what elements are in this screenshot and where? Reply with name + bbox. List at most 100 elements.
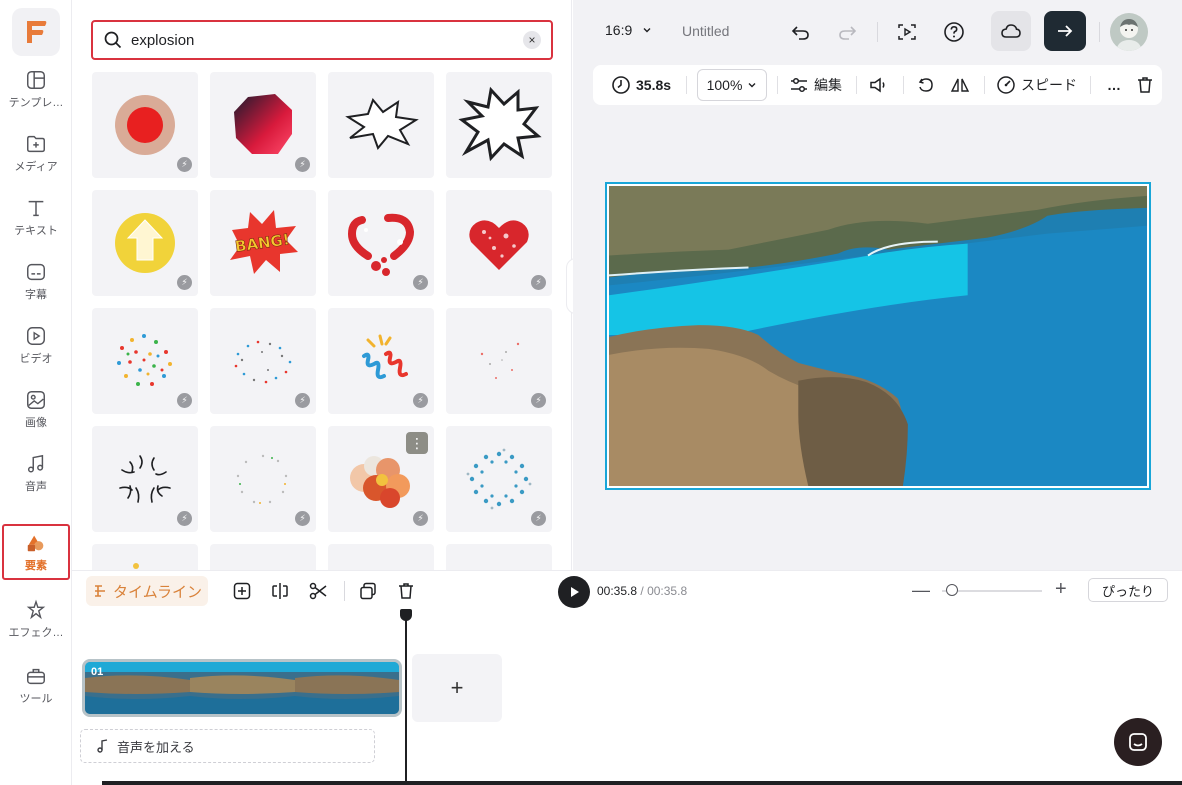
split-icon [272,583,288,599]
template-icon [27,70,45,89]
speed-button[interactable]: スピード [996,65,1077,105]
play-button[interactable] [558,576,590,608]
result-confetti-small[interactable]: ⚡ [210,308,316,414]
sidebar-item-tools[interactable]: ツール [2,656,70,714]
rotate-button[interactable] [916,65,936,105]
delete-button[interactable] [392,577,420,605]
aspect-ratio-selector[interactable]: 16:9 [605,22,652,38]
result-red-heart-splash[interactable]: ⚡ [328,190,434,296]
more-options-icon[interactable]: ⋮ [406,432,428,454]
tab-timeline[interactable]: タイムライン [86,576,208,606]
more-button[interactable]: … [1107,65,1121,105]
sidebar-item-subtitles[interactable]: 字幕 [2,252,70,310]
export-button[interactable] [1044,11,1086,51]
chat-support-button[interactable] [1114,718,1162,766]
chevron-down-icon [748,83,756,88]
text-icon [28,200,44,216]
user-avatar[interactable] [1110,13,1148,51]
timeline-panel: タイムライン 00:35.8 / 00:35.8 — + ぴったり 01 + 音… [72,570,1182,785]
zoom-slider-handle[interactable] [946,584,958,596]
result-confetti-color[interactable]: ⚡ [92,308,198,414]
video-canvas[interactable] [605,182,1151,490]
add-box-icon [233,582,251,600]
result-sparse-particles[interactable]: ⚡ [446,308,552,414]
redo-icon [839,26,857,40]
result-dot-ring[interactable]: ⚡ [210,426,316,532]
clear-search-button[interactable]: × [523,31,541,49]
project-title[interactable]: Untitled [682,23,729,39]
undo-button[interactable] [785,16,817,48]
bold-burst-element [458,86,542,162]
result-partial-1[interactable] [92,544,198,570]
result-black-strokes[interactable]: ⚡ [92,426,198,532]
chevron-down-icon [643,28,651,33]
add-audio-button[interactable]: 音声を加える [80,729,375,763]
delete-clip-button[interactable] [1135,65,1155,105]
music-icon [27,454,44,473]
result-partial-4[interactable] [446,544,552,570]
result-outline-burst[interactable] [328,72,434,178]
cloud-icon [1001,24,1021,38]
rotate-icon [918,78,933,92]
playhead[interactable] [405,611,407,785]
divider [877,22,878,42]
trash-icon [1138,77,1152,93]
search-box[interactable]: explosion × [91,20,553,60]
animated-badge-icon: ⚡ [295,511,310,526]
sidebar-item-text[interactable]: テキスト [2,188,70,246]
app-logo[interactable] [12,8,60,56]
add-audio-label: 音声を加える [117,739,195,755]
duplicate-button[interactable] [354,577,382,605]
result-red-polygon[interactable]: ⚡ [210,72,316,178]
sidebar-item-images[interactable]: 画像 [2,380,70,438]
time-separator: / [640,584,644,598]
flip-button[interactable] [950,65,970,105]
result-blue-dot-burst[interactable]: ⚡ [446,426,552,532]
result-yellow-arrow[interactable]: ⚡ [92,190,198,296]
sliders-icon [791,77,807,93]
help-button[interactable] [938,16,970,48]
animated-badge-icon: ⚡ [531,393,546,408]
toolbox-icon [27,668,45,684]
sidebar-item-effects[interactable]: エフェク… [2,590,70,648]
help-icon [944,22,964,42]
video-clip[interactable]: 01 [82,659,402,717]
sidebar-item-templates[interactable]: テンプレ… [2,60,70,118]
sidebar-item-video[interactable]: ビデオ [2,316,70,374]
fit-button[interactable]: ぴったり [1088,578,1168,602]
volume-button[interactable] [868,65,888,105]
sidebar-item-elements[interactable]: 要素 [2,524,70,580]
timeline-tab-label: タイムライン [113,583,202,601]
cloud-save-button[interactable] [991,11,1031,51]
clip-toolbar: 35.8s 100% 編集 スピード … [593,65,1162,105]
duration-control[interactable]: 35.8s [611,65,671,105]
search-input[interactable]: explosion [131,32,523,49]
result-red-heart-pieces[interactable]: ⚡ [446,190,552,296]
media-folder-icon [27,135,45,152]
divider [984,76,985,94]
zoom-out-button[interactable]: — [912,580,930,601]
result-balloons[interactable]: ⋮ ⚡ [328,426,434,532]
result-red-circle[interactable]: ⚡ [92,72,198,178]
zoom-select[interactable]: 100% [697,69,767,101]
add-scene-button[interactable] [228,577,256,605]
result-bold-burst[interactable] [446,72,552,178]
result-partial-2[interactable] [210,544,316,570]
bottom-scrollbar[interactable] [102,781,1182,785]
video-icon [27,326,45,345]
sidebar-item-audio[interactable]: 音声 [2,444,70,502]
cut-button[interactable] [304,577,332,605]
split-button[interactable] [266,577,294,605]
add-clip-button[interactable]: + [412,654,502,722]
preview-button[interactable] [891,16,923,48]
edit-button[interactable]: 編集 [789,65,842,105]
speaker-icon [870,77,885,93]
zoom-in-button[interactable]: + [1055,578,1067,601]
result-spiral-confetti[interactable]: ⚡ [328,308,434,414]
sidebar-item-label: ビデオ [19,352,53,365]
sidebar-item-media[interactable]: メディア [2,124,70,182]
result-bang[interactable]: BANG! [210,190,316,296]
result-partial-3[interactable] [328,544,434,570]
clock-icon [612,76,630,94]
redo-button[interactable] [831,16,863,48]
